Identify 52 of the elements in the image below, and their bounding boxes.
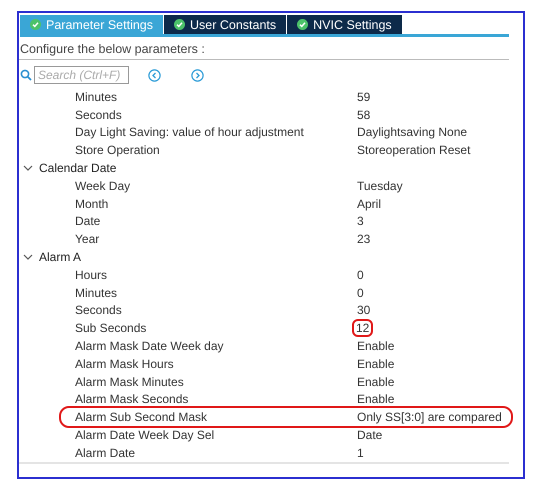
- parameter-label: Seconds: [74, 108, 123, 122]
- group-label[interactable]: Alarm A: [39, 250, 82, 264]
- tab[interactable]: NVIC Settings: [287, 15, 403, 34]
- previous-icon[interactable]: [148, 68, 161, 82]
- parameter-label: Alarm Mask Minutes: [74, 374, 185, 389]
- parameter-value: 3: [356, 214, 365, 228]
- group-label[interactable]: Calendar Date: [39, 161, 116, 176]
- parameter-label: Day Light Saving: value of hour adjustment: [74, 125, 305, 140]
- parameter-value: Tuesday: [356, 178, 404, 193]
- parameter-label: Sub Seconds: [74, 321, 148, 336]
- parameter-label: Store Operation: [74, 143, 161, 158]
- parameter-label: Alarm Mask Date Week day: [74, 339, 224, 354]
- parameter-value: April: [356, 196, 382, 211]
- parameter-label: Alarm Date: [74, 446, 136, 460]
- parameter-value: Daylightsaving None: [356, 125, 468, 140]
- parameter-value: 30: [356, 303, 372, 318]
- check-circle-icon: [297, 19, 308, 30]
- search-icon: [20, 69, 32, 81]
- parameter-value: Only SS[3:0] are compared: [356, 410, 503, 424]
- parameter-value: 59: [356, 90, 372, 104]
- parameter-label: Week Day: [74, 178, 132, 193]
- parameter-value: 0: [356, 268, 365, 282]
- parameter-label: Seconds: [74, 303, 123, 318]
- parameter-value: Enable: [356, 339, 396, 354]
- tab[interactable]: User Constants: [164, 15, 288, 34]
- parameter-value: Enable: [356, 392, 396, 406]
- next-icon[interactable]: [191, 68, 204, 82]
- check-circle-icon: [174, 19, 185, 30]
- parameter-value: Date: [356, 428, 384, 442]
- chevron-icon[interactable]: [23, 164, 33, 172]
- parameter-value: 58: [356, 108, 372, 122]
- check-circle-icon: [30, 19, 41, 30]
- parameter-value: 12: [352, 319, 374, 338]
- parameter-label: Minutes: [74, 90, 118, 104]
- parameter-value: 23: [356, 232, 372, 246]
- parameter-label: Date: [74, 214, 102, 228]
- parameter-label: Alarm Date Week Day Sel: [74, 428, 216, 442]
- parameter-value: Storeoperation Reset: [356, 143, 472, 158]
- parameter-label: Minutes: [74, 286, 118, 300]
- parameter-label: Alarm Mask Hours: [74, 356, 175, 371]
- parameter-label: Year: [74, 232, 100, 246]
- parameter-value: 1: [356, 446, 365, 460]
- parameter-label: Month: [74, 196, 110, 211]
- parameter-label: Hours: [74, 268, 108, 282]
- parameter-label: Alarm Mask Seconds: [74, 392, 190, 406]
- parameter-value: Enable: [356, 356, 396, 371]
- search-field[interactable]: Search (Ctrl+F): [34, 66, 129, 84]
- parameter-value: 0: [356, 286, 365, 300]
- instruction-text: Configure the below parameters :: [19, 40, 509, 60]
- chevron-icon[interactable]: [23, 253, 33, 262]
- parameter-label: Alarm Sub Second Mask: [74, 410, 208, 424]
- parameter-value: Enable: [356, 374, 396, 389]
